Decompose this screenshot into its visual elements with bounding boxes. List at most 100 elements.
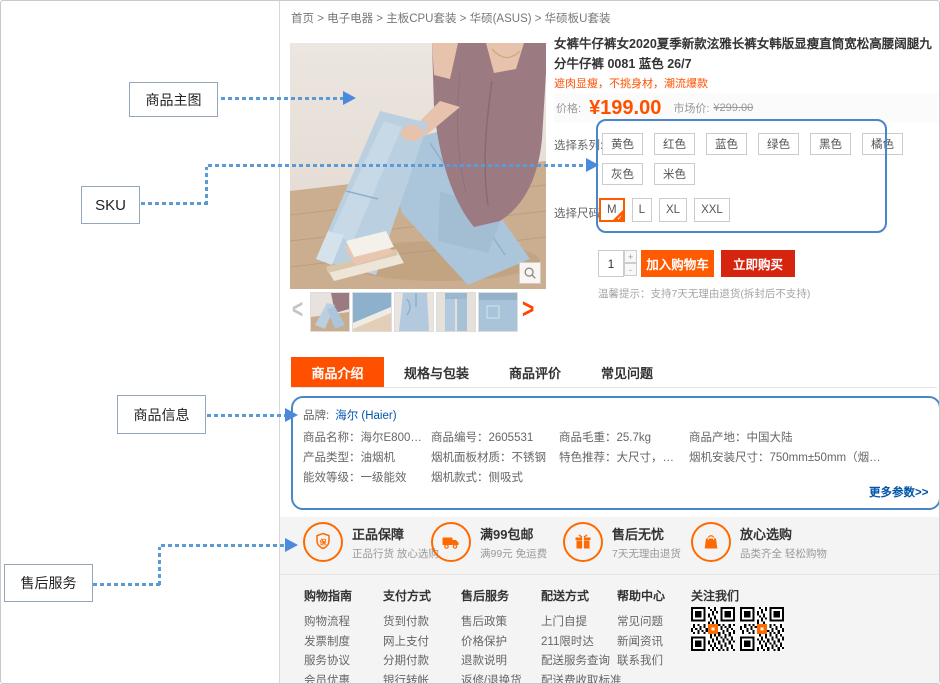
- footer-link[interactable]: 联系我们: [617, 652, 665, 672]
- service-item-aftersales: 售后无忧7天无理由退货: [563, 522, 681, 562]
- thumbnail-2[interactable]: [352, 292, 392, 332]
- footer-link[interactable]: 售后政策: [461, 613, 522, 633]
- annotation-product-info-line: [207, 414, 285, 417]
- quantity-input[interactable]: [598, 250, 624, 277]
- annotation-sku-line-1: [141, 202, 207, 205]
- footer-link[interactable]: 价格保护: [461, 633, 522, 653]
- tab-reviews[interactable]: 商品评价: [489, 357, 581, 387]
- footer-link[interactable]: 配送费收取标准: [541, 672, 622, 684]
- footer-col-aftersales: 售后服务 售后政策 价格保护 退款说明 返修/退换货 取消订单: [461, 587, 522, 684]
- brand-label: 品牌:: [303, 410, 329, 422]
- market-price-label: 市场价:: [673, 100, 709, 116]
- footer-link[interactable]: 新闻资讯: [617, 633, 665, 653]
- tab-spec-package[interactable]: 规格与包装: [384, 357, 489, 387]
- series-chip-black[interactable]: 黑色: [810, 133, 851, 155]
- series-chip-orange[interactable]: 橘色: [862, 133, 903, 155]
- annotation-sku-label: SKU: [81, 186, 140, 224]
- info-field: 烟机面板材质：不锈钢: [431, 449, 559, 469]
- series-chip-yellow[interactable]: 黄色: [602, 133, 643, 155]
- annotation-after-sales-label: 售后服务: [4, 564, 93, 602]
- service-title: 放心选购: [740, 524, 827, 543]
- footer-separator: [280, 574, 940, 575]
- qr-code-2: [740, 607, 784, 651]
- annotation-sku-line-2: [205, 167, 208, 205]
- service-desc: 品类齐全 轻松购物: [740, 546, 827, 561]
- add-to-cart-button[interactable]: 加入购物车: [641, 250, 714, 277]
- size-chip-l[interactable]: L: [632, 198, 652, 222]
- breadcrumb[interactable]: 首页 > 电子电器 > 主板CPU套装 > 华硕(ASUS) > 华硕板U套装: [291, 10, 610, 26]
- service-item-free-shipping: 满99包邮满99元 免运费: [431, 522, 547, 562]
- service-desc: 正品行货 放心选购: [352, 546, 439, 561]
- footer-col-help: 帮助中心 常见问题 新闻资讯 联系我们: [617, 587, 665, 672]
- series-chip-blue[interactable]: 蓝色: [706, 133, 747, 155]
- magnifier-icon[interactable]: [519, 262, 541, 284]
- footer-link[interactable]: 分期付款: [383, 652, 431, 672]
- screenshot-root: 首页 > 电子电器 > 主板CPU套装 > 华硕(ASUS) > 华硕板U套装: [0, 0, 940, 684]
- footer-link[interactable]: 退款说明: [461, 652, 522, 672]
- size-chip-xl[interactable]: XL: [659, 198, 687, 222]
- market-price-value: ¥299.00: [713, 102, 753, 114]
- footer-link[interactable]: 货到付款: [383, 613, 431, 633]
- qr-code-1: [691, 607, 735, 651]
- series-chip-green[interactable]: 绿色: [758, 133, 799, 155]
- gallery-next-button[interactable]: >: [522, 296, 534, 323]
- shield-badge-icon: 保: [303, 522, 343, 562]
- footer-link[interactable]: 211限时达: [541, 633, 622, 653]
- size-chip-xxl[interactable]: XXL: [694, 198, 730, 222]
- promo-text: 遮肉显瘦，不挑身材，潮流爆款: [554, 75, 708, 91]
- gallery-prev-button[interactable]: <: [292, 297, 303, 324]
- footer-col-follow-us: 关注我们: [691, 587, 739, 604]
- info-field: 能效等级：一级能效: [303, 469, 431, 489]
- footer-link[interactable]: 常见问题: [617, 613, 665, 633]
- footer-col-title: 关注我们: [691, 587, 739, 604]
- thumbnail-1[interactable]: [310, 292, 350, 332]
- footer-link[interactable]: 网上支付: [383, 633, 431, 653]
- series-options-row-2: 灰色 米色: [602, 163, 695, 185]
- footer-link[interactable]: 返修/退换货: [461, 672, 522, 684]
- annotation-main-image-label: 商品主图: [129, 82, 218, 117]
- series-chip-gray[interactable]: 灰色: [602, 163, 643, 185]
- info-field: 商品名称：海尔E800C2: [303, 429, 431, 449]
- footer-col-delivery: 配送方式 上门自提 211限时达 配送服务查询 配送费收取标准 海外配送: [541, 587, 622, 684]
- info-field: 产品类型：油烟机: [303, 449, 431, 469]
- info-field: 商品编号：2605531: [431, 429, 559, 449]
- series-chip-red[interactable]: 红色: [654, 133, 695, 155]
- info-field: 商品毛重：25.7kg: [559, 429, 689, 449]
- quantity-decrease-button[interactable]: -: [624, 263, 637, 276]
- price-label: 价格:: [556, 100, 581, 116]
- footer-col-payment: 支付方式 货到付款 网上支付 分期付款 银行转帐: [383, 587, 431, 684]
- annotation-product-info-label: 商品信息: [117, 395, 206, 434]
- info-field: 商品产地：中国大陆: [689, 429, 927, 449]
- size-label: 选择尺码:: [554, 205, 603, 221]
- series-label: 选择系列:: [554, 137, 603, 153]
- size-chip-m[interactable]: M: [599, 198, 625, 222]
- quantity-increase-button[interactable]: +: [624, 250, 637, 263]
- footer-col-title: 售后服务: [461, 587, 522, 604]
- footer-link[interactable]: 发票制度: [304, 633, 352, 653]
- footer-col-title: 支付方式: [383, 587, 431, 604]
- product-info-grid: 商品名称：海尔E800C2 商品编号：2605531 商品毛重：25.7kg 商…: [303, 429, 927, 489]
- service-item-easy-shopping: 放心选购品类齐全 轻松购物: [691, 522, 827, 562]
- more-params-link[interactable]: 更多参数>>: [869, 484, 928, 500]
- thumbnail-4[interactable]: [436, 292, 476, 332]
- chevron-right-icon: >: [522, 295, 534, 325]
- info-field: 烟机款式：侧吸式: [431, 469, 559, 489]
- shopping-bag-icon: [691, 522, 731, 562]
- footer-link[interactable]: 银行转帐: [383, 672, 431, 684]
- svg-text:保: 保: [319, 538, 328, 547]
- thumbnail-3[interactable]: [394, 292, 434, 332]
- buy-now-button[interactable]: 立即购买: [721, 250, 795, 277]
- brand-link[interactable]: 海尔 (Haier): [335, 410, 396, 422]
- tab-product-intro[interactable]: 商品介绍: [291, 357, 384, 387]
- footer-link[interactable]: 配送服务查询: [541, 652, 622, 672]
- footer-link[interactable]: 上门自提: [541, 613, 622, 633]
- footer-link[interactable]: 会员优惠: [304, 672, 352, 684]
- size-options-row: M L XL XXL: [599, 198, 730, 222]
- tab-faq[interactable]: 常见问题: [581, 357, 673, 387]
- annotation-after-sales-line-2: [158, 547, 161, 585]
- annotation-sku-arrowhead: [586, 158, 599, 172]
- footer-link[interactable]: 购物流程: [304, 613, 352, 633]
- thumbnail-5[interactable]: [478, 292, 518, 332]
- series-chip-beige[interactable]: 米色: [654, 163, 695, 185]
- footer-link[interactable]: 服务协议: [304, 652, 352, 672]
